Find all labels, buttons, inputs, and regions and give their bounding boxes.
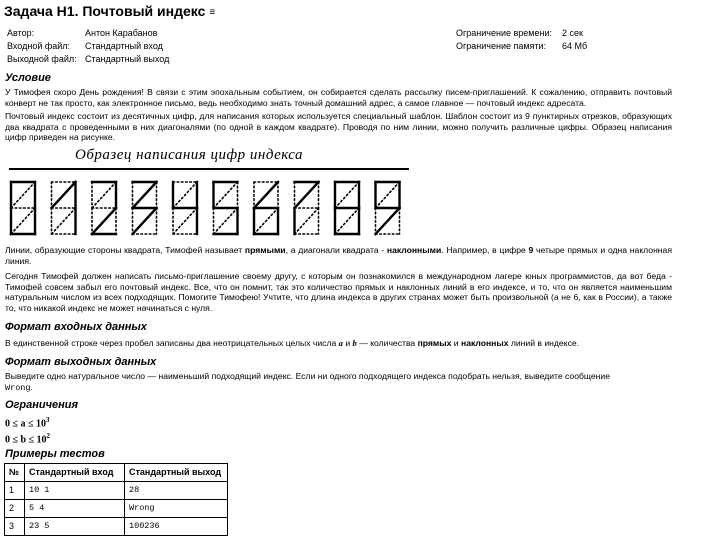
term-diagonal-2: наклонных [461,338,509,348]
constraints-heading: Ограничения [5,399,78,411]
template-dotted-segment [334,181,360,209]
template-dotted-segment [91,181,117,209]
table-header-row: № Стандартный вход Стандартный выход [4,463,228,482]
digit-stroke [373,206,402,236]
author-value: Антон Карабанов [85,28,158,38]
input-format-text: В единственной строке через пробел запис… [5,338,672,349]
output-file-label: Выходной файл: [7,54,77,64]
term-straight: прямыми [244,245,286,255]
template-dotted-segment [374,181,401,209]
p3-text-e: . Например, в цифре [441,245,529,255]
template-dotted-segment [10,181,36,209]
statement-paragraph-4: Сегодня Тимофей должен написать письмо-п… [5,271,672,313]
row-number: 3 [4,517,25,536]
template-dotted-segment [172,207,198,235]
digit-stroke [49,180,78,210]
table-row: 1 10 1 28 [4,481,228,500]
input-file-label: Входной файл: [7,41,71,51]
row-number: 1 [4,481,25,500]
digit-stroke [130,206,159,236]
digit-glyph-9 [373,180,402,236]
input-text-2: и [342,338,353,348]
problem-page: Задача H1. Почтовый индекс ≡ Автор: Антон… [0,0,718,541]
statement-paragraph-1: У Тимофея скоро День рождения! В связи с… [5,87,672,108]
statement-paragraph-3: Линии, образующие стороны квадрата, Тимо… [5,245,672,266]
constraint-a: 0 ≤ a ≤ 103 [5,414,49,430]
output-text-1: Выведите одно натуральное число — наимен… [5,371,610,381]
template-dotted-segment [212,181,239,209]
row-input[interactable]: 23 5 [24,517,125,536]
digit-glyph-2 [90,180,118,236]
output-file-value: Стандартный выход [85,54,170,64]
template-dotted-segment [293,207,320,235]
table-row: 2 5 4 Wrong [4,499,228,518]
constraint-b: 0 ≤ b ≤ 102 [5,430,50,446]
constraint-a-exp: 3 [45,416,50,424]
row-output[interactable]: 100236 [124,517,228,536]
digit-glyph-5 [212,180,239,236]
output-text-2: . [30,381,33,392]
column-header-number: № [4,463,25,482]
digit-glyph-1 [49,180,78,236]
digits-illustration [9,180,402,236]
problem-title-text: Задача H1. Почтовый индекс [4,3,206,19]
constraint-a-text: 0 ≤ a ≤ 10 [5,418,46,430]
figure-rule [9,168,409,170]
wrong-literal: Wrong [5,382,31,393]
digit-glyph-4 [171,180,199,236]
template-dotted-segment [212,207,239,235]
template-dotted-segment [50,207,77,235]
problem-title: Задача H1. Почтовый индекс ≡ [4,2,215,22]
time-limit-label: Ограничение времени: [456,28,552,38]
digit-stroke [90,206,118,236]
term-straight-2: прямых [417,338,452,348]
row-number: 2 [4,499,25,518]
digit-glyph-7 [292,180,321,236]
column-header-output: Стандартный выход [124,463,228,482]
memory-limit-label: Ограничение памяти: [456,41,547,51]
digit-glyph-3 [130,180,159,236]
time-limit-value: 2 сек [562,28,583,38]
p3-text-c: , а диагонали квадрата - [285,245,387,255]
figure-caption: Образец написания цифр индекса [75,147,303,163]
template-dotted-segment [172,181,198,209]
input-text-5: и [451,338,461,348]
input-file-value: Стандартный вход [85,41,163,51]
digit-glyph-8 [333,180,361,236]
examples-table: № Стандартный вход Стандартный выход 1 1… [4,463,228,536]
output-format-heading: Формат выходных данных [5,356,157,368]
statement-heading: Условие [5,72,51,84]
row-output[interactable]: Wrong [124,499,228,518]
constraint-b-text: 0 ≤ b ≤ 10 [5,434,47,446]
input-text-3: — количества [356,338,418,348]
input-text-1: В единственной строке через пробел запис… [5,338,339,348]
digit-glyph-0 [9,180,37,236]
constraint-b-exp: 2 [46,432,51,440]
digits-figure: Образец написания цифр индекса [5,146,415,242]
row-input[interactable]: 5 4 [24,499,125,518]
examples-heading: Примеры тестов [5,448,105,460]
row-output[interactable]: 28 [124,481,228,500]
memory-limit-value: 64 Мб [562,41,588,51]
column-header-input: Стандартный вход [24,463,125,482]
digit-glyph-6 [252,180,280,236]
table-row: 3 23 5 100236 [4,517,228,536]
term-diagonal: наклонными [386,245,442,255]
p3-text-a: Линии, образующие стороны квадрата, Тимо… [5,245,245,255]
row-input[interactable]: 10 1 [24,481,125,500]
author-label: Автор: [7,28,35,38]
menu-icon[interactable]: ≡ [209,4,215,22]
digit-stroke [130,180,159,210]
template-dotted-segment [334,207,360,235]
output-format-text: Выведите одно натуральное число — наимен… [5,371,672,393]
template-dotted-segment [253,207,279,235]
digit-stroke [292,180,321,210]
template-dotted-segment [10,207,36,235]
input-text-7: линий в индексе. [508,338,580,348]
digit-stroke [252,180,280,210]
statement-paragraph-2: Почтовый индекс состоит из десятичных ци… [5,111,672,142]
input-format-heading: Формат входных данных [5,321,147,333]
